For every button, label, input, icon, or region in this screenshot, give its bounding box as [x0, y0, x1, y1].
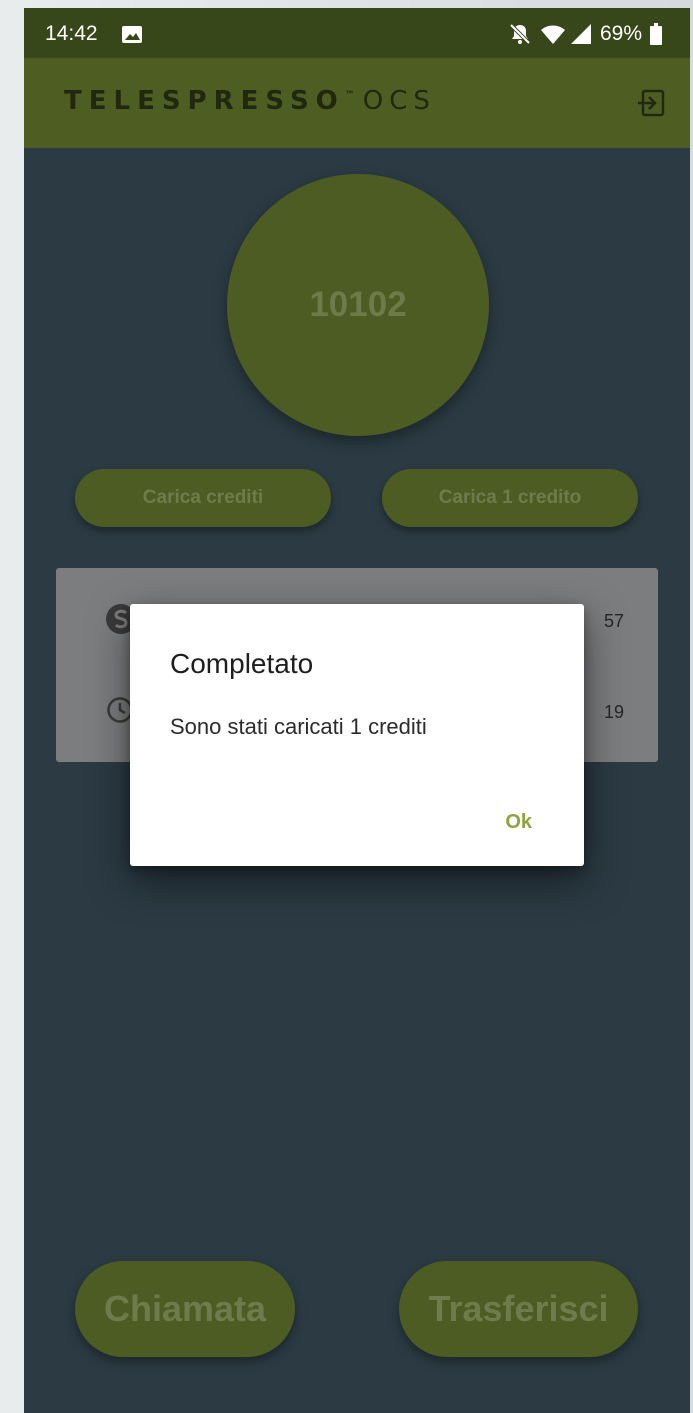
status-time: 14:42 [45, 22, 98, 45]
battery-icon [650, 23, 662, 45]
phone-screen: 14:42 69% TELESPRESSO™ OCS 10102 Carica … [24, 8, 690, 1413]
transfer-button[interactable]: Trasferisci [399, 1261, 638, 1357]
battery-percent: 69% [599, 22, 642, 45]
logo-main: TELESPRESSO [64, 86, 345, 116]
logo-tm: ™ [344, 90, 355, 101]
dialog-message: Sono stati caricati 1 crediti [170, 714, 427, 739]
logout-icon[interactable] [636, 88, 666, 118]
signal-icon [570, 23, 592, 45]
app-logo: TELESPRESSO™ OCS [64, 86, 436, 116]
dialog-ok-button[interactable]: Ok [505, 811, 532, 834]
dialog-title: Completato [170, 648, 314, 679]
time-value: 19 [603, 702, 624, 722]
logo-suffix: OCS [362, 86, 436, 116]
credit-counter-circle: 10102 [227, 174, 489, 436]
image-icon [122, 25, 142, 43]
bell-off-icon [508, 22, 532, 46]
app-bar: TELESPRESSO™ OCS [24, 58, 690, 148]
call-button[interactable]: Chiamata [75, 1261, 295, 1357]
wifi-icon [540, 23, 566, 45]
credit-counter-value: 10102 [309, 285, 407, 324]
completion-dialog: Completato Sono stati caricati 1 crediti… [130, 604, 584, 866]
status-bar: 14:42 69% [24, 8, 690, 58]
load-credits-button[interactable]: Carica crediti [75, 469, 331, 527]
load-one-credit-button[interactable]: Carica 1 credito [382, 469, 638, 527]
credit-value: 57 [603, 611, 624, 631]
